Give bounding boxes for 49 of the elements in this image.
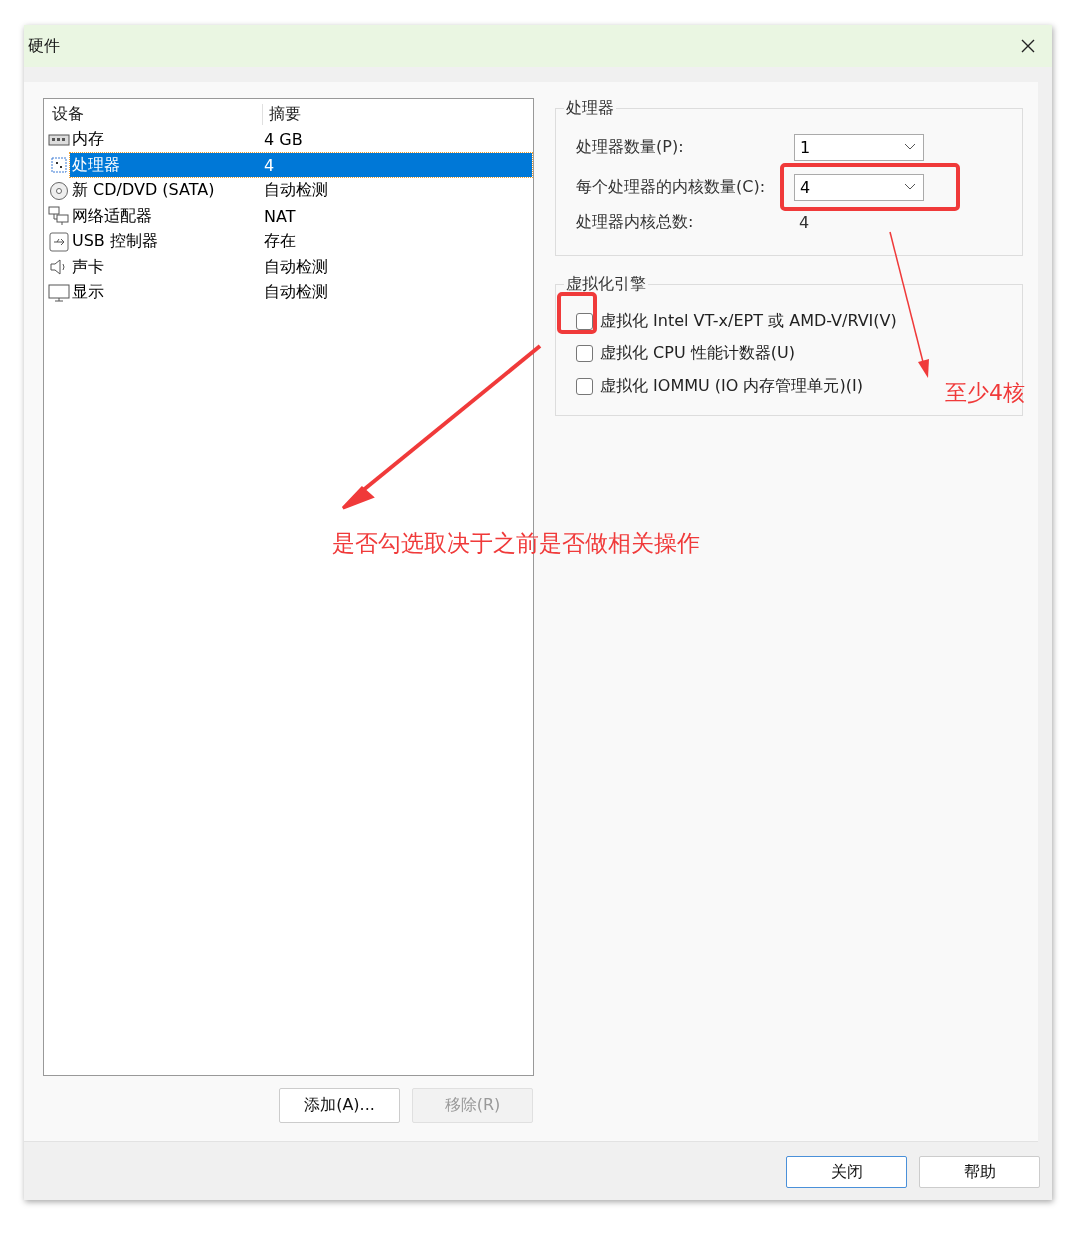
device-row[interactable]: 网络适配器 NAT bbox=[48, 203, 533, 229]
device-row[interactable]: 显示 自动检测 bbox=[48, 280, 533, 306]
highlight-frame bbox=[557, 292, 597, 334]
device-summary: 4 GB bbox=[263, 130, 303, 150]
annotation-text: 是否勾选取决于之前是否做相关操作 bbox=[332, 529, 700, 558]
network-icon bbox=[48, 206, 70, 227]
device-name: 声卡 bbox=[71, 256, 105, 278]
device-name: 内存 bbox=[71, 129, 105, 151]
checkbox-label: 虚拟化 IOMMU (IO 内存管理单元)(I) bbox=[600, 375, 863, 397]
device-row[interactable]: 内存 4 GB bbox=[48, 127, 533, 153]
device-summary: 自动检测 bbox=[263, 282, 328, 304]
dropdown-field[interactable]: 4 bbox=[794, 173, 924, 201]
device-name: 显示 bbox=[71, 282, 105, 304]
device-row[interactable]: 新 CD/DVD (SATA) 自动检测 bbox=[48, 178, 533, 204]
device-name: USB 控制器 bbox=[71, 231, 159, 253]
dialog-button[interactable]: 关闭 bbox=[786, 1156, 907, 1188]
device-summary: 自动检测 bbox=[263, 256, 328, 278]
annotation-text: 至少4核 bbox=[945, 379, 1025, 407]
device-name: 处理器 bbox=[71, 154, 121, 176]
checkbox[interactable] bbox=[576, 345, 593, 363]
chevron-icon bbox=[904, 183, 916, 191]
device-name: 新 CD/DVD (SATA) bbox=[71, 180, 216, 202]
group-title: 虚拟化引擎 bbox=[565, 274, 647, 295]
group-title: 处理器 bbox=[565, 98, 615, 119]
field-label: 每个处理器的内核数量(C): bbox=[576, 176, 767, 198]
dialog-button[interactable]: 帮助 bbox=[919, 1156, 1040, 1188]
device-summary: 自动检测 bbox=[263, 180, 328, 202]
device-summary: 4 bbox=[263, 155, 275, 175]
disc-icon bbox=[48, 180, 70, 201]
checkbox-label: 虚拟化 CPU 性能计数器(U) bbox=[600, 343, 795, 365]
device-row[interactable]: USB 控制器 存在 bbox=[48, 229, 533, 255]
checkbox[interactable] bbox=[576, 312, 593, 330]
device-summary: NAT bbox=[263, 206, 296, 226]
column-header: 摘要 bbox=[262, 103, 301, 125]
device-summary: 存在 bbox=[263, 231, 296, 253]
chevron-icon bbox=[904, 143, 916, 151]
total-value: 4 bbox=[798, 212, 810, 232]
window-title: 硬件 bbox=[28, 35, 60, 57]
device-row[interactable]: 声卡 自动检测 bbox=[48, 254, 533, 280]
column-header: 设备 bbox=[51, 103, 85, 125]
checkbox-label: 虚拟化 Intel VT-x/EPT 或 AMD-V/RVI(V) bbox=[600, 310, 897, 332]
monitor-icon bbox=[48, 282, 70, 303]
dropdown-field[interactable]: 1 bbox=[794, 133, 924, 161]
field-label: 处理器数量(P): bbox=[576, 136, 685, 158]
close-icon bbox=[1020, 38, 1036, 54]
checkbox[interactable] bbox=[576, 377, 593, 395]
field-label: 处理器内核总数: bbox=[576, 211, 695, 233]
device-name: 网络适配器 bbox=[71, 205, 153, 227]
list-button[interactable]: 添加(A)... bbox=[279, 1088, 400, 1123]
